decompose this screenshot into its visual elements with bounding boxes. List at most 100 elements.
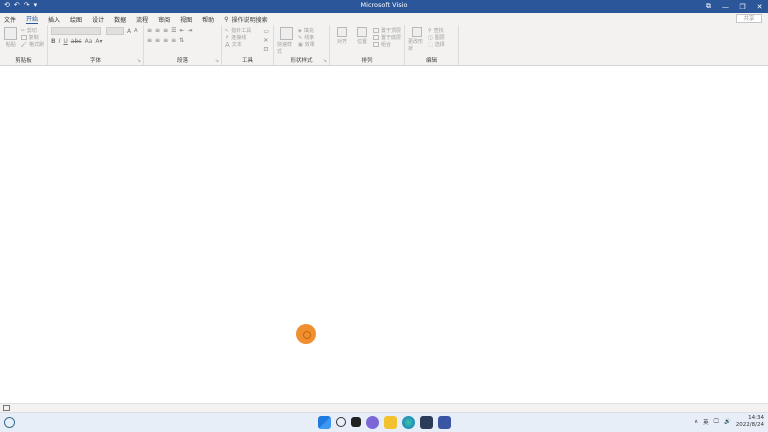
position-button[interactable]: 位置 — [353, 27, 371, 48]
tab-design[interactable]: 设计 — [92, 15, 104, 24]
effects-button[interactable]: ▣ 效果 — [298, 41, 315, 49]
connection-point-icon[interactable]: ⊡ — [263, 45, 269, 54]
copy-icon — [20, 35, 27, 40]
find-label: 查找 — [433, 28, 444, 34]
explorer-icon[interactable] — [384, 416, 397, 429]
line-button[interactable]: ✎ 线条 — [298, 34, 315, 42]
edge-icon[interactable] — [402, 416, 415, 429]
italic-button[interactable]: I — [59, 38, 61, 45]
restore-icon[interactable]: ❐ — [734, 0, 751, 13]
volume-icon[interactable]: 🔊 — [724, 419, 731, 425]
bold-button[interactable]: B — [51, 38, 56, 45]
bring-front-button[interactable]: 置于顶层 — [373, 27, 401, 34]
change-shape-icon — [412, 27, 422, 37]
tell-me-search[interactable]: ⚲ 操作说明搜索 — [224, 15, 267, 24]
ribbon-display-icon[interactable]: ⧉ — [700, 0, 717, 13]
grow-font-button[interactable]: A — [127, 28, 131, 35]
select-icon: ⬚ — [428, 41, 433, 48]
taskview-icon[interactable] — [351, 417, 361, 427]
layers-button[interactable]: ◫ 图层 — [428, 34, 445, 42]
visio-icon[interactable] — [438, 416, 451, 429]
align-button[interactable]: 对齐 — [333, 27, 351, 48]
paste-button[interactable]: 粘贴 — [3, 27, 19, 48]
font-size-select[interactable] — [106, 27, 124, 35]
quick-styles-button[interactable]: 快速样式 — [277, 27, 295, 55]
select-button[interactable]: ⬚ 选择 — [428, 41, 445, 49]
arrange-group-label: 排列 — [361, 58, 373, 64]
align-bottom-icon[interactable]: ≡ — [163, 27, 168, 34]
windows-icon[interactable] — [318, 416, 331, 429]
tools-side-icons: ▭ ✕ ⊡ — [263, 27, 269, 54]
chat-icon[interactable] — [366, 416, 379, 429]
bring-front-label: 置于顶层 — [381, 28, 402, 34]
underline-button[interactable]: U — [63, 38, 67, 45]
tab-view[interactable]: 视图 — [180, 15, 192, 24]
close-icon[interactable]: ✕ — [751, 0, 768, 13]
drawing-canvas[interactable] — [0, 66, 768, 403]
shape-styles-launcher-icon[interactable]: ↘ — [323, 58, 327, 64]
tab-review[interactable]: 审阅 — [158, 15, 170, 24]
bring-front-icon — [373, 28, 379, 33]
x-icon[interactable]: ✕ — [263, 36, 269, 45]
share-button[interactable]: 共享 — [736, 14, 762, 23]
find-icon: ⚲ — [428, 27, 432, 34]
align-center-icon[interactable]: ≡ — [155, 37, 160, 44]
window-title: Microsoft Visio — [360, 1, 408, 9]
rectangle-icon[interactable]: ▭ — [263, 27, 269, 36]
ime-indicator[interactable]: 英 — [703, 418, 709, 426]
justify-icon[interactable]: ≡ — [171, 37, 176, 44]
strikethrough-button[interactable]: abc — [71, 38, 82, 45]
fill-label: 填充 — [303, 28, 314, 34]
paste-icon — [4, 27, 18, 40]
increase-indent-icon[interactable]: ⇥ — [188, 27, 193, 34]
find-button[interactable]: ⚲ 查找 — [428, 27, 445, 35]
group-editing: 更改形状 ⚲ 查找 ◫ 图层 ⬚ 选择 编辑 — [405, 25, 459, 65]
select-label: 选择 — [434, 42, 445, 48]
format-painter-label: 格式刷 — [28, 42, 44, 48]
change-shape-button[interactable]: 更改形状 — [408, 27, 426, 52]
tab-insert[interactable]: 插入 — [48, 15, 60, 24]
send-back-button[interactable]: 置于底层 — [373, 34, 401, 41]
tray-chevron-icon[interactable]: ∧ — [694, 419, 698, 425]
format-painter-button[interactable]: 🖌 格式刷 — [20, 41, 44, 49]
cut-button[interactable]: ✂ 剪切 — [21, 27, 44, 35]
tab-home[interactable]: 开始 — [26, 14, 39, 24]
brush-icon: 🖌 — [20, 41, 27, 48]
font-color-button[interactable]: A▾ — [95, 38, 102, 45]
clock-time: 14:34 — [748, 415, 764, 421]
minimize-icon[interactable]: — — [717, 0, 734, 13]
tab-process[interactable]: 流程 — [136, 15, 148, 24]
tab-data[interactable]: 数据 — [114, 15, 126, 24]
copy-button[interactable]: 复制 — [20, 34, 44, 41]
status-bar — [0, 403, 768, 412]
widgets-icon[interactable] — [4, 417, 15, 428]
screen: ⟲ ↶ ↷ ▾ Microsoft Visio ⧉ — ❐ ✕ 文件 开始 插入… — [0, 0, 768, 432]
align-middle-icon[interactable]: ≡ — [155, 27, 160, 34]
clock[interactable]: 14:34 2022/8/24 — [736, 415, 764, 429]
font-launcher-icon[interactable]: ↘ — [137, 58, 141, 64]
group-button[interactable]: 组合 — [373, 41, 401, 48]
bullets-icon[interactable]: ☰ — [171, 27, 176, 34]
system-tray: ∧ 英 🖵 🔊 14:34 2022/8/24 — [694, 415, 764, 429]
clock-date: 2022/8/24 — [735, 422, 764, 428]
change-case-button[interactable]: Aa — [85, 38, 93, 45]
decrease-indent-icon[interactable]: ⇤ — [179, 27, 184, 34]
paragraph-launcher-icon[interactable]: ↘ — [215, 58, 219, 64]
search-icon[interactable] — [336, 417, 346, 427]
font-name-select[interactable] — [51, 27, 101, 35]
text-direction-icon[interactable]: ⇅ — [179, 37, 184, 44]
change-shape-label: 更改形状 — [408, 39, 424, 52]
page-icon[interactable] — [3, 405, 10, 411]
tab-help[interactable]: 帮助 — [202, 15, 214, 24]
store-icon[interactable] — [420, 416, 433, 429]
network-icon[interactable]: 🖵 — [714, 419, 719, 426]
align-top-icon[interactable]: ≡ — [147, 27, 152, 34]
tab-draw[interactable]: 绘图 — [70, 15, 82, 24]
align-right-icon[interactable]: ≡ — [163, 37, 168, 44]
paragraph-group-label: 段落 — [176, 58, 188, 64]
shrink-font-button[interactable]: A — [134, 28, 137, 34]
tab-file[interactable]: 文件 — [4, 15, 16, 24]
fill-button[interactable]: ◈ 填充 — [298, 27, 315, 35]
quick-styles-icon — [279, 27, 293, 40]
align-left-icon[interactable]: ≡ — [147, 37, 152, 44]
